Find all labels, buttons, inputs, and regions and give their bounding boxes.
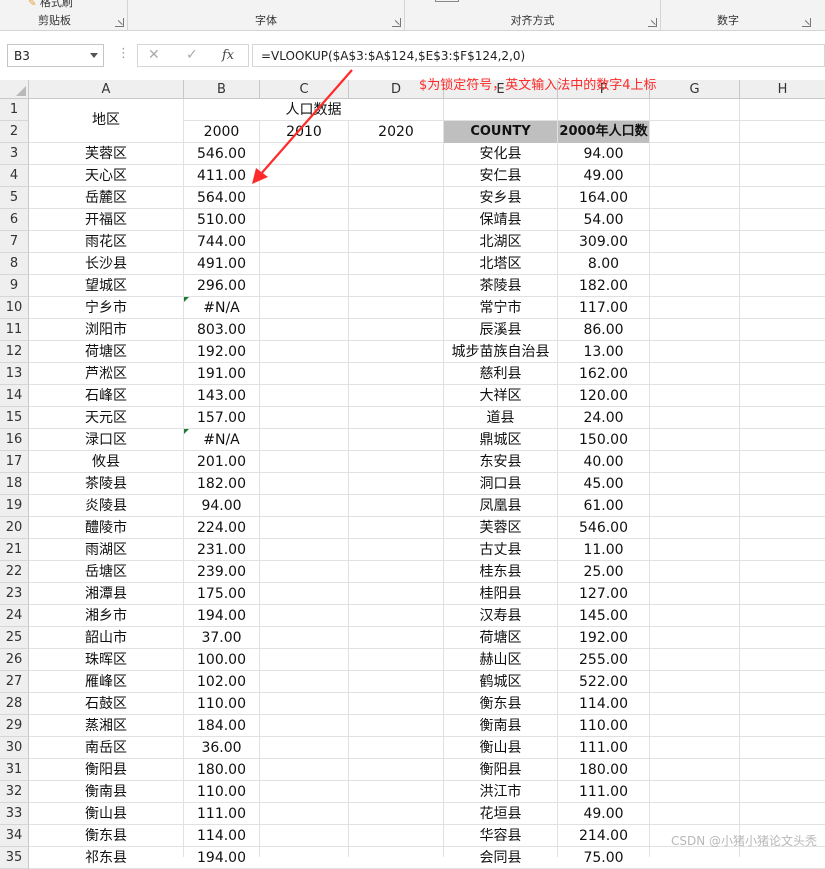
- annotation-arrow: [0, 0, 825, 857]
- watermark: CSDN @小猪小猪论文头秃: [671, 832, 817, 849]
